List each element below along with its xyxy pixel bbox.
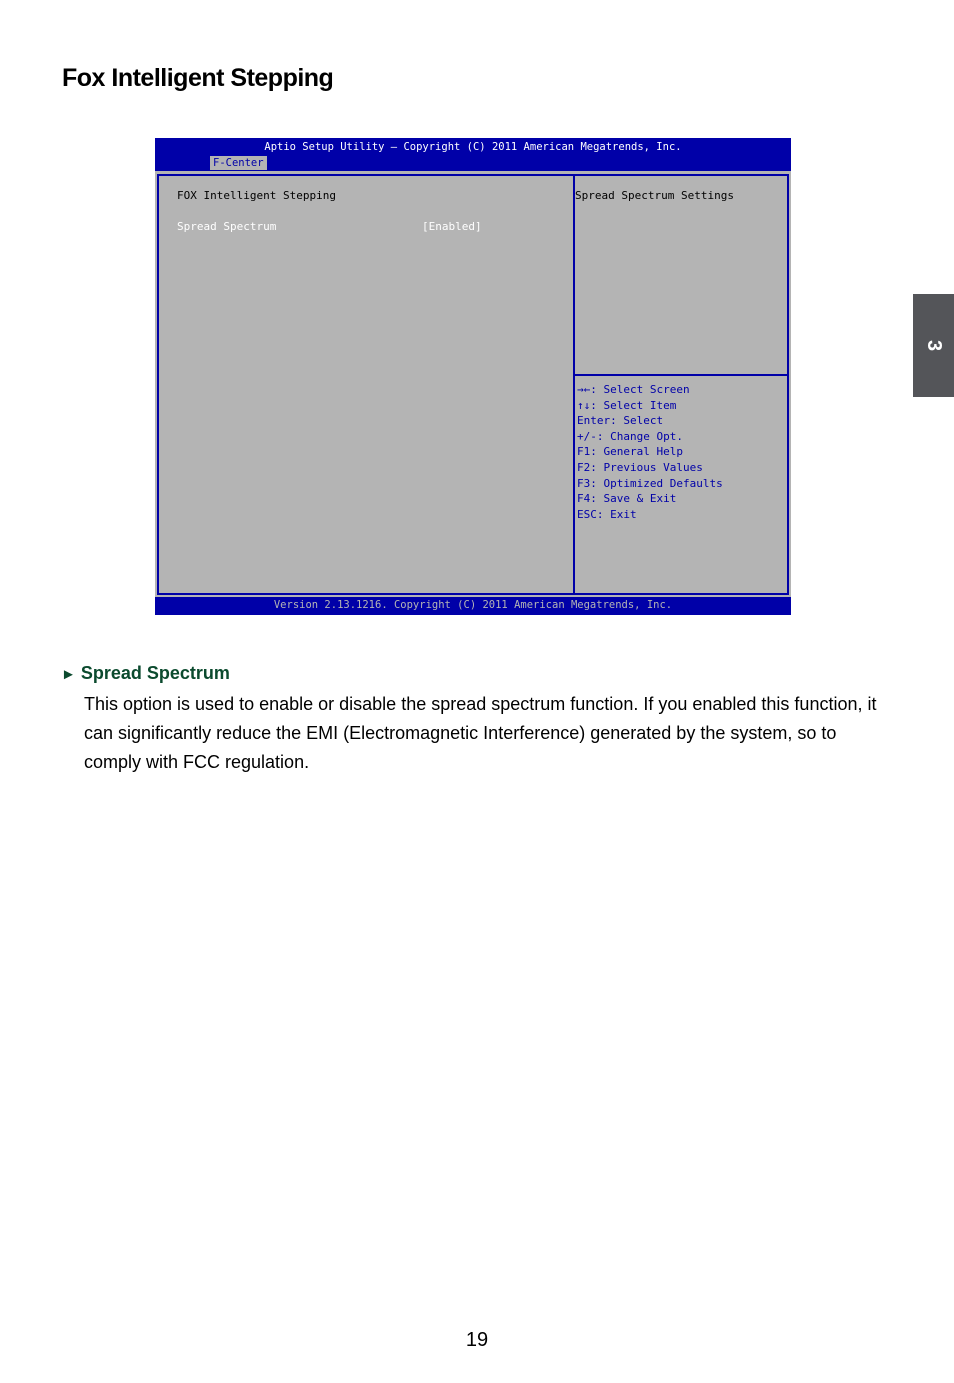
arrow-right-icon: ► xyxy=(61,666,76,683)
bios-help-pane: Spread Spectrum Settings xyxy=(575,176,787,376)
bios-settings-pane: FOX Intelligent Stepping Spread Spectrum… xyxy=(159,176,575,593)
key-select-item: ↑↓: Select Item xyxy=(577,398,677,412)
key-change-opt: +/-: Change Opt. xyxy=(577,429,683,443)
key-legend: →←: Select Screen ↑↓: Select Item Enter:… xyxy=(577,382,723,522)
section-heading: ► Spread Spectrum xyxy=(61,663,230,684)
section-heading-text: Spread Spectrum xyxy=(80,663,230,683)
help-text: Spread Spectrum Settings xyxy=(575,189,734,202)
bios-keys-pane: →←: Select Screen ↑↓: Select Item Enter:… xyxy=(575,376,787,593)
bios-body: FOX Intelligent Stepping Spread Spectrum… xyxy=(155,171,791,597)
key-f4: F4: Save & Exit xyxy=(577,492,677,506)
section-body: This option is used to enable or disable… xyxy=(84,694,877,772)
key-f1: F1: General Help xyxy=(577,445,683,459)
key-f3: F3: Optimized Defaults xyxy=(577,476,723,490)
key-esc: ESC: Exit xyxy=(577,507,637,521)
bios-tab-f-center[interactable]: F-Center xyxy=(210,156,267,170)
key-enter: Enter: Select xyxy=(577,414,664,428)
page-title: Fox Intelligent Stepping xyxy=(62,64,334,92)
key-select-screen: →←: Select Screen xyxy=(577,383,690,396)
bios-section-title: FOX Intelligent Stepping xyxy=(177,189,336,202)
bios-header: Aptio Setup Utility – Copyright (C) 2011… xyxy=(264,141,682,153)
bios-screenshot: Aptio Setup Utility – Copyright (C) 2011… xyxy=(155,138,791,615)
setting-value[interactable]: [Enabled] xyxy=(422,220,482,233)
chapter-tab: 3 xyxy=(913,294,954,397)
key-f2: F2: Previous Values xyxy=(577,460,703,474)
bios-frame: FOX Intelligent Stepping Spread Spectrum… xyxy=(157,174,789,595)
chapter-number: 3 xyxy=(923,339,945,352)
bios-footer: Version 2.13.1216. Copyright (C) 2011 Am… xyxy=(273,599,673,611)
bios-setting-row[interactable]: Spread Spectrum [Enabled] xyxy=(177,220,567,233)
setting-label: Spread Spectrum xyxy=(177,220,277,233)
page-number: 19 xyxy=(465,1329,489,1351)
